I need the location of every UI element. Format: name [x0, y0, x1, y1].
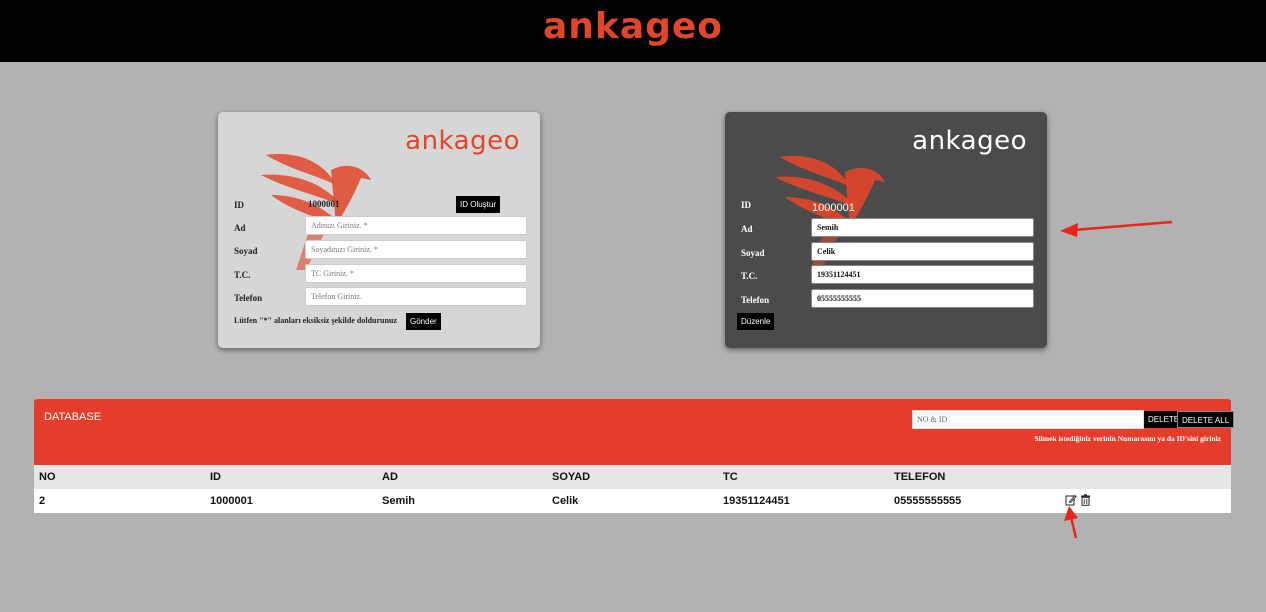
column-header: TC: [723, 471, 738, 483]
ad-label: Ad: [741, 224, 753, 234]
brand-logo: ankageo: [542, 6, 724, 47]
tc-input[interactable]: [305, 264, 527, 283]
form-card: ankageo ID 1000001 ID Oluştur Ad Soyad T…: [218, 112, 540, 348]
delete-all-button[interactable]: DELETE ALL: [1177, 411, 1235, 428]
cell-id: 1000001: [210, 495, 253, 507]
column-header: TELEFON: [894, 471, 946, 483]
column-header: NO: [39, 471, 56, 483]
ad-input[interactable]: [305, 216, 527, 235]
edit-card: ankageo ID 1000001 Ad Soyad T.C. Telefon…: [725, 112, 1047, 348]
soyad-label: Soyad: [234, 246, 258, 256]
table-header: NO ID AD SOYAD TC TELEFON: [34, 465, 1231, 489]
required-fields-note: Lütfen "*" alanları eksiksiz şekilde dol…: [234, 316, 397, 325]
ad-label: Ad: [234, 223, 246, 233]
card-logo: ankageo: [405, 126, 520, 156]
id-value: 1000001: [308, 199, 340, 209]
cell-tc: 19351124451: [723, 495, 790, 507]
annotation-arrow-up-icon: [1064, 506, 1078, 539]
tc-label: T.C.: [234, 270, 251, 280]
cell-ad: Semih: [382, 495, 416, 507]
tc-label: T.C.: [741, 271, 758, 281]
cell-no: 2: [39, 495, 46, 507]
column-header: ID: [210, 471, 221, 483]
tc-input[interactable]: [811, 265, 1034, 284]
top-bar: ankageo: [0, 0, 1266, 62]
annotation-arrow-left-icon: [1060, 220, 1173, 237]
telefon-label: Telefon: [741, 295, 770, 305]
id-label: ID: [741, 200, 752, 210]
cell-soyad: Celik: [552, 495, 579, 507]
column-header: AD: [382, 471, 398, 483]
telefon-input[interactable]: [811, 289, 1034, 308]
generate-id-button[interactable]: ID Oluştur: [456, 196, 501, 213]
edit-button[interactable]: Düzenle: [737, 313, 775, 330]
telefon-label: Telefon: [234, 293, 263, 303]
database-title: DATABASE: [44, 411, 102, 423]
telefon-input[interactable]: [305, 287, 527, 306]
submit-button[interactable]: Gönder: [406, 313, 441, 330]
id-value: 1000001: [812, 202, 855, 214]
table-row: 2 1000001 Semih Celik 19351124451 055555…: [34, 489, 1231, 513]
database-panel: DATABASE DELETE DELETE ALL Silmek istedi…: [34, 399, 1235, 465]
soyad-label: Soyad: [741, 248, 765, 258]
delete-id-input[interactable]: [912, 410, 1144, 429]
ad-input[interactable]: [811, 218, 1034, 237]
soyad-input[interactable]: [811, 242, 1034, 261]
card-logo: ankageo: [912, 126, 1027, 156]
soyad-input[interactable]: [305, 240, 527, 259]
column-header: SOYAD: [552, 471, 591, 483]
cell-telefon: 05555555555: [894, 495, 962, 507]
delete-hint: Silmek istediğiniz verinin Numarasını ya…: [1034, 434, 1221, 443]
id-label: ID: [234, 200, 245, 210]
